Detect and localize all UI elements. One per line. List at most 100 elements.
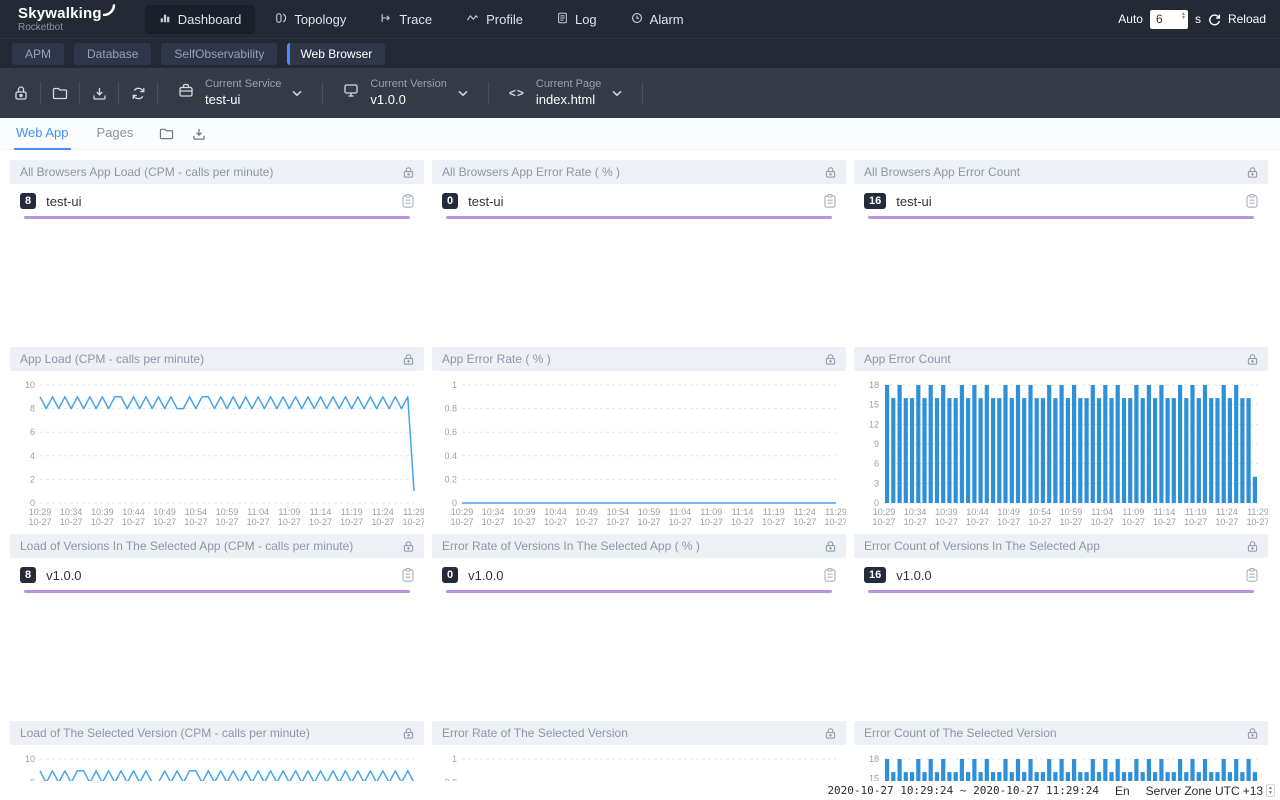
card-header: All Browsers App Error Rate ( % ) [432,160,846,184]
svg-text:10-27: 10-27 [513,517,536,527]
nav-label: Profile [486,12,523,27]
lock-icon[interactable] [1247,540,1258,553]
tab-selfobservability[interactable]: SelfObservability [161,43,277,65]
metric-card: All Browsers App Error Count 16 test-ui [854,160,1268,344]
zone-stepper[interactable]: ▲▼ [1266,784,1275,797]
nav-item-profile[interactable]: Profile [452,5,537,34]
folder-toolbar-icon[interactable] [45,86,75,100]
metric-body: 16v1.0.0 [854,558,1268,593]
metric-value-badge: 8 [20,193,36,209]
metric-card: Error Rate of Versions In The Selected A… [432,534,846,718]
language-selector[interactable]: En [1115,784,1130,798]
server-zone-control: Server Zone UTC +13 ▲▼ [1146,784,1275,798]
svg-text:10-27: 10-27 [1059,517,1082,527]
nav-item-log[interactable]: Log [543,5,611,34]
metric-label: test-ui [46,194,402,209]
current-service-selector[interactable]: Current Service test-ui [162,77,318,108]
svg-text:10-27: 10-27 [1184,517,1207,527]
tab-web-app[interactable]: Web App [14,118,71,150]
copy-icon[interactable] [402,194,414,208]
svg-text:11:29: 11:29 [1247,507,1268,517]
svg-text:10:49: 10:49 [575,507,598,517]
tab-web-browser[interactable]: Web Browser [287,43,385,65]
server-zone-value: +13 [1243,784,1263,798]
nav-item-alarm[interactable]: Alarm [617,5,698,34]
copy-icon[interactable] [1246,568,1258,582]
metric-progress-bar [868,590,1254,593]
chevron-down-icon [292,84,302,102]
nav-item-trace[interactable]: Trace [366,5,446,34]
svg-text:11:14: 11:14 [1154,507,1176,517]
metric-progress-bar [446,216,832,219]
metric-card: Load of Versions In The Selected App (CP… [10,534,424,718]
tab-apm[interactable]: APM [12,43,64,65]
reload-button[interactable]: Reload [1228,12,1266,26]
current-version-selector[interactable]: Current Version v1.0.0 [327,77,483,108]
time-range-picker[interactable]: 2020-10-27 10:29:24 ~ 2020-10-27 11:29:2… [827,784,1099,797]
card-header: All Browsers App Error Count [854,160,1268,184]
chart-card: App Error Rate ( % )00.20.40.60.8110:291… [432,347,846,531]
lock-icon[interactable] [825,727,836,740]
svg-text:10-27: 10-27 [731,517,754,527]
metric-body: 0v1.0.0 [432,558,846,593]
lock-icon[interactable] [825,353,836,366]
dashboard-icon [159,12,171,27]
toolbar-divider [322,82,323,104]
svg-text:10-27: 10-27 [184,517,207,527]
copy-icon[interactable] [824,194,836,208]
card-title: All Browsers App Error Count [864,165,1247,179]
svg-text:0.6: 0.6 [444,427,457,437]
refresh-icon[interactable] [1208,13,1221,26]
svg-text:10-27: 10-27 [482,517,505,527]
lock-icon[interactable] [403,166,414,179]
card-header: All Browsers App Load (CPM - calls per m… [10,160,424,184]
lock-icon[interactable] [1247,353,1258,366]
lock-icon[interactable] [403,353,414,366]
svg-text:10-27: 10-27 [966,517,989,527]
card-title: Load of Versions In The Selected App (CP… [20,539,403,553]
svg-text:11:04: 11:04 [1091,507,1113,517]
lock-icon[interactable] [403,540,414,553]
svg-text:15: 15 [869,400,879,410]
svg-text:6: 6 [874,459,879,469]
download-toolbar-icon[interactable] [84,86,114,101]
copy-icon[interactable] [1246,194,1258,208]
card-header: App Load (CPM - calls per minute) [10,347,424,371]
lock-icon[interactable] [825,540,836,553]
card-title: App Error Count [864,352,1247,366]
lock-icon[interactable] [825,166,836,179]
copy-icon[interactable] [402,568,414,582]
metric-body: 8 test-ui [10,184,424,219]
lock-icon[interactable] [403,727,414,740]
card-title: Load of The Selected Version (CPM - call… [20,726,403,740]
svg-text:10-27: 10-27 [904,517,927,527]
metric-body: 16 test-ui [854,184,1268,219]
main-nav: Dashboard Topology Trace Profile Log Ala… [145,5,698,34]
sync-toolbar-icon[interactable] [123,86,153,101]
copy-icon[interactable] [824,568,836,582]
lock-icon[interactable] [1247,166,1258,179]
version-icon [343,83,359,103]
toolbar-divider [40,82,41,104]
svg-text:10:39: 10:39 [91,507,114,517]
tab-pages[interactable]: Pages [95,118,136,150]
server-zone-label: Server Zone UTC [1146,784,1240,798]
card-title: Error Count of The Selected Version [864,726,1247,740]
current-page-selector[interactable]: <> Current Page index.html [493,77,638,108]
download-view-icon[interactable] [192,127,206,141]
tab-database[interactable]: Database [74,43,151,65]
metric-label: test-ui [896,194,1246,209]
lock-toolbar-icon[interactable] [6,85,36,101]
metric-card: All Browsers App Error Rate ( % )0test-u… [432,160,846,344]
app-load-chart: 024681010:2910-2710:3410-2710:3910-2710:… [10,371,424,529]
interval-stepper[interactable]: ▲▼ [1181,12,1186,21]
svg-text:1: 1 [452,380,457,390]
folder-view-icon[interactable] [159,127,174,140]
metric-value-badge: 16 [864,193,886,209]
nav-item-dashboard[interactable]: Dashboard [145,5,256,34]
lock-icon[interactable] [1247,727,1258,740]
svg-text:11:14: 11:14 [732,507,754,517]
nav-item-topology[interactable]: Topology [261,5,360,34]
metric-progress-bar [24,590,410,593]
svg-text:11:24: 11:24 [1216,507,1238,517]
